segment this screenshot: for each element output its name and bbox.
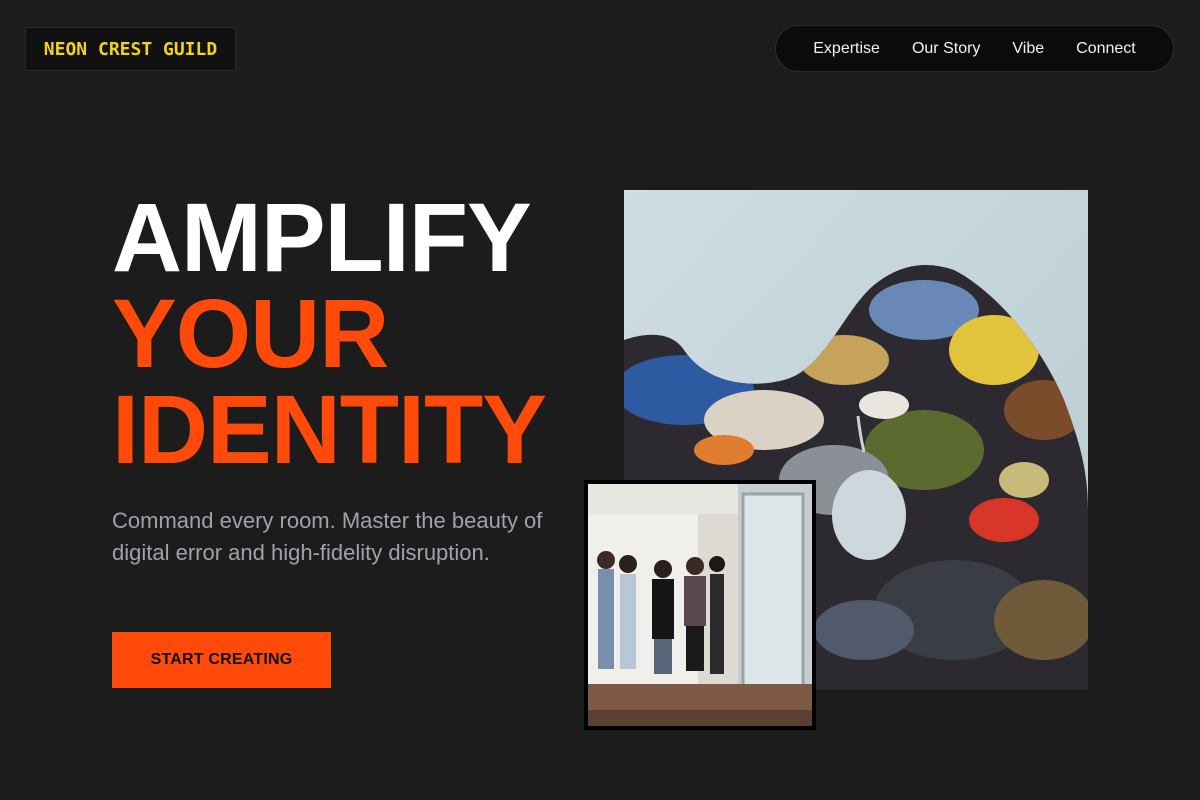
- hero-subcopy: Command every room. Master the beauty of…: [112, 508, 543, 565]
- start-creating-button[interactable]: START CREATING: [112, 632, 331, 688]
- headline-line-2: YOUR: [112, 279, 389, 388]
- nav-item-connect[interactable]: Connect: [1076, 40, 1136, 58]
- gallery-photo: [584, 480, 816, 730]
- brand-logo[interactable]: NEON CREST GUILD: [25, 27, 236, 71]
- headline-line-1: AMPLIFY: [112, 183, 532, 292]
- main-nav: Expertise Our Story Vibe Connect: [775, 25, 1174, 72]
- nav-item-vibe[interactable]: Vibe: [1012, 40, 1044, 58]
- hero-headline: AMPLIFY YOUR IDENTITY: [112, 183, 547, 484]
- headline-line-3: IDENTITY: [112, 375, 547, 484]
- nav-item-our-story[interactable]: Our Story: [912, 40, 980, 58]
- nav-item-expertise[interactable]: Expertise: [813, 40, 880, 58]
